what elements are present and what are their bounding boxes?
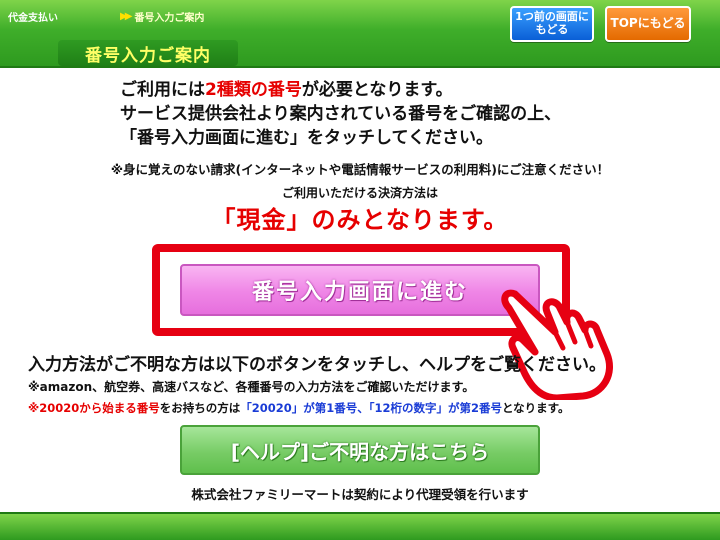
payment-method: 「現金」のみとなります。 <box>211 206 509 234</box>
footer-note: 株式会社ファミリーマートは契約により代理受領を行います <box>191 487 529 502</box>
help-note-20020: ※20020から始まる番号をお持ちの方は「20020」が第1番号、「12桁の数字… <box>28 400 569 416</box>
page-title-box: 番号入力ご案内 <box>58 40 238 66</box>
double-chevron-icon: ▶▶ <box>120 11 133 22</box>
pointing-hand-icon <box>501 289 613 400</box>
footer-bar <box>0 512 720 540</box>
intro-line1-prefix: ご利用には <box>120 80 205 100</box>
help-note2-mid: をお持ちの方は <box>159 401 241 415</box>
intro-line1: ご利用には2種類の番号が必要となります。 <box>120 78 561 102</box>
back-button-line2: もどる <box>535 23 569 36</box>
payment-label: ご利用いただける決済方法は <box>281 186 438 200</box>
breadcrumb-current-label: 番号入力ご案内 <box>134 13 205 24</box>
intro-line1-suffix: が必要となります。 <box>301 80 453 100</box>
intro-line1-highlight: 2種類の番号 <box>205 80 302 100</box>
help-note2-prefix: ※ <box>28 401 40 415</box>
top-button[interactable]: TOPにもどる <box>605 6 691 42</box>
help-note2-suffix: となります。 <box>501 401 570 415</box>
help-button[interactable]: [ヘルプ]ご不明な方はこちら <box>180 425 540 475</box>
help-note: ※amazon、航空券、高速バスなど、各種番号の入力方法をご確認いただけます。 <box>28 380 475 394</box>
intro-text: ご利用には2種類の番号が必要となります。 サービス提供会社より案内されている番号… <box>120 78 561 150</box>
help-lead-text: 入力方法がご不明な方は以下のボタンをタッチし、ヘルプをご覧ください。 <box>28 355 606 375</box>
intro-line2: サービス提供会社より案内されている番号をご確認の上、 <box>120 104 562 124</box>
page-title: 番号入力ご案内 <box>85 45 211 66</box>
breadcrumb-home: 代金支払い <box>8 13 58 24</box>
help-note2-blue: 「20020」が第1番号、「12桁の数字」が第2番号 <box>240 401 502 415</box>
back-button-line1: 1つ前の画面に <box>515 10 589 24</box>
intro-line3: 「番号入力画面に進む」をタッチしてください。 <box>120 128 493 148</box>
caution-text: ※身に覚えのない請求(インターネットや電話情報サービスの利用料)にご注意ください… <box>110 162 610 177</box>
back-button[interactable]: 1つ前の画面に もどる <box>510 6 594 42</box>
proceed-button[interactable]: 番号入力画面に進む <box>180 264 540 316</box>
breadcrumb-current: ▶▶ 番号入力ご案内 <box>120 9 204 24</box>
help-note2-red: 20020から始まる番号 <box>39 401 160 415</box>
header-bar: 代金支払い ▶▶ 番号入力ご案内 番号入力ご案内 1つ前の画面に もどる TOP… <box>0 0 720 68</box>
